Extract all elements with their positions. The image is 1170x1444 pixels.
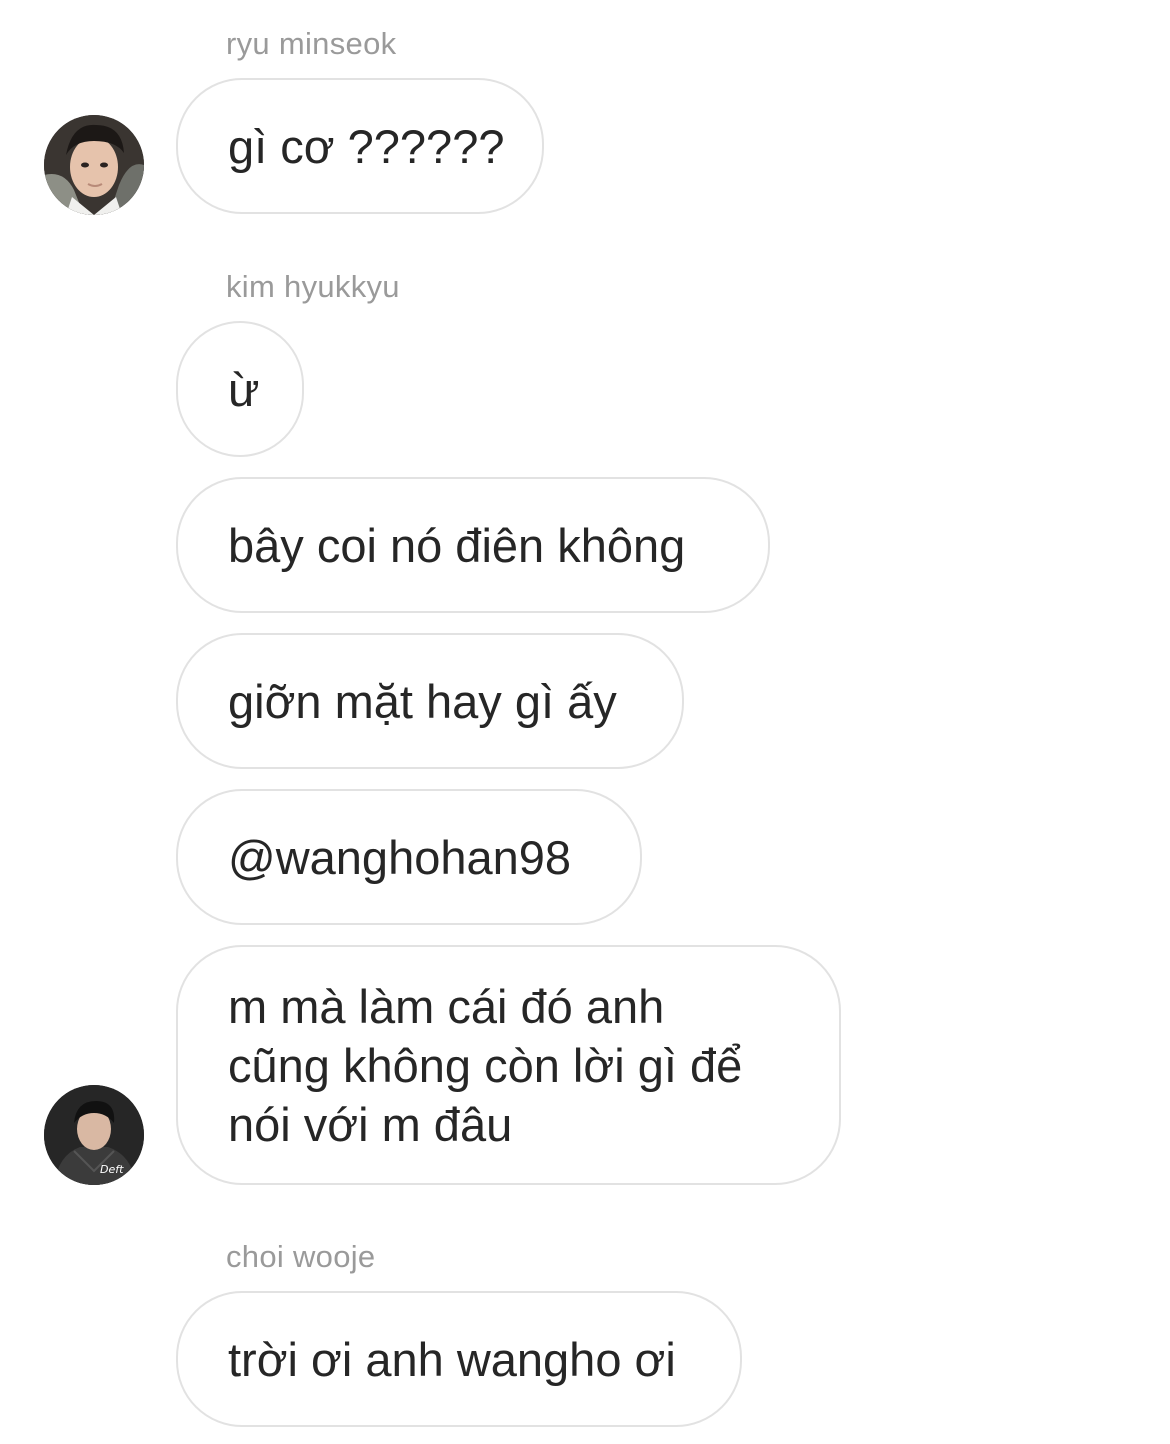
sender-name: kim hyukkyu — [226, 269, 400, 304]
message-bubble[interactable]: m mà làm cái đó anh cũng không còn lời g… — [176, 945, 841, 1185]
message-text: ừ — [228, 362, 260, 416]
message-text: bây coi nó điên không — [228, 518, 686, 572]
message-text: trời ơi anh wangho ơi — [228, 1332, 676, 1386]
message-bubble[interactable]: giỡn mặt hay gì ấy — [176, 633, 684, 769]
message-bubble[interactable]: trời ơi anh wangho ơi — [176, 1291, 742, 1427]
avatar[interactable] — [44, 115, 144, 215]
message-line: nói với m đâu — [228, 1097, 513, 1151]
message-text: giỡn mặt hay gì ấy — [228, 674, 617, 728]
avatar-photo: Deft — [44, 1085, 144, 1185]
chat-thread: ryu minseok gì cơ ?????? kim hyukkyu ừ b… — [0, 0, 1170, 1444]
sender-name: choi wooje — [226, 1239, 376, 1274]
message-mention[interactable]: @wanghohan98 — [228, 828, 571, 887]
message-bubble[interactable]: bây coi nó điên không — [176, 477, 770, 613]
message-bubble[interactable]: ừ — [176, 321, 304, 457]
avatar-badge-text: Deft — [100, 1163, 124, 1176]
message-text-block: m mà làm cái đó anh cũng không còn lời g… — [228, 977, 742, 1154]
avatar[interactable]: Deft — [44, 1085, 144, 1185]
avatar-photo — [44, 115, 144, 215]
sender-name: ryu minseok — [226, 26, 397, 61]
message-bubble[interactable]: @wanghohan98 — [176, 789, 642, 925]
message-line: m mà làm cái đó anh — [228, 979, 665, 1033]
message-bubble[interactable]: gì cơ ?????? — [176, 78, 544, 214]
message-line: cũng không còn lời gì để — [228, 1038, 743, 1092]
message-text: gì cơ ?????? — [228, 119, 505, 173]
